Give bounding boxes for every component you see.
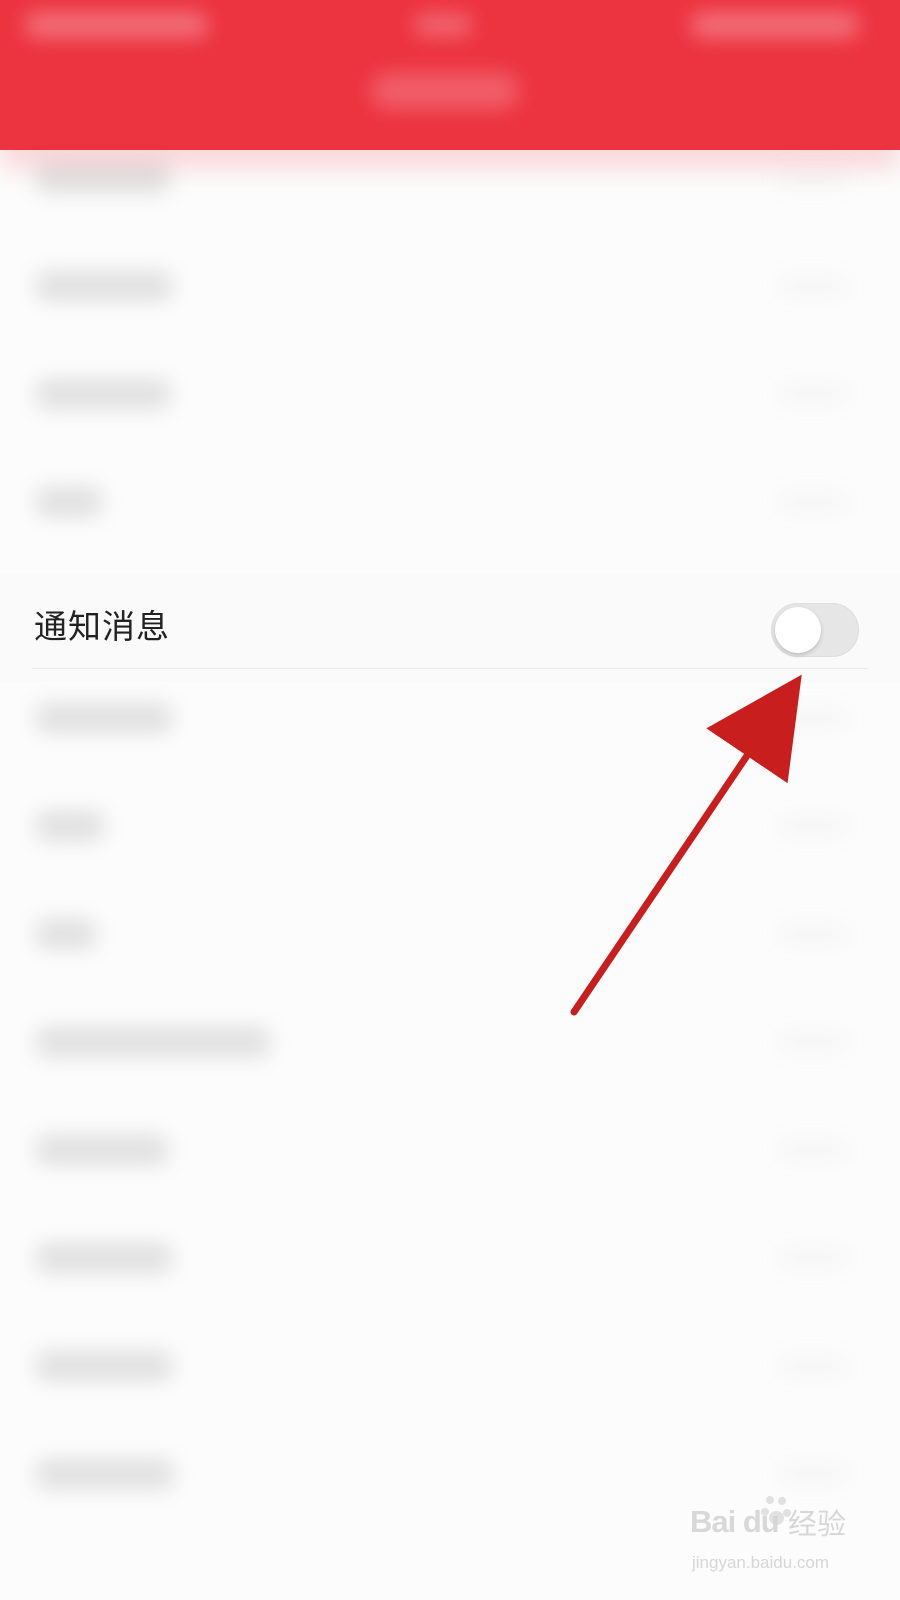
blurred-settings-row[interactable] [0, 128, 900, 236]
blurred-row-label [34, 810, 106, 842]
blurred-settings-row[interactable] [0, 992, 900, 1100]
blurred-status-left [24, 12, 209, 38]
blurred-settings-row[interactable] [0, 1100, 900, 1208]
blurred-row-label [34, 1026, 272, 1058]
blurred-settings-row[interactable] [0, 776, 900, 884]
blurred-row-value [774, 1246, 852, 1270]
blurred-status-center [413, 13, 473, 37]
blurred-row-label [34, 1458, 176, 1490]
blurred-row-value [774, 166, 852, 190]
blurred-row-value [774, 922, 852, 946]
settings-list: 通知消息 [0, 128, 900, 1600]
blurred-row-label [34, 162, 172, 194]
blurred-row-value [774, 1030, 852, 1054]
blurred-row-label [34, 486, 104, 518]
blurred-row-value [774, 274, 852, 298]
settings-screen: 通知消息 Bai du 经验 jingyan.baidu.com [0, 0, 900, 1600]
blurred-row-value [774, 1138, 852, 1162]
blurred-row-label [34, 918, 98, 950]
blurred-row-value [774, 490, 852, 514]
blurred-row-value [774, 1462, 852, 1486]
blurred-row-label [34, 1134, 170, 1166]
blurred-settings-row[interactable] [0, 1316, 900, 1424]
toggle-knob [775, 607, 821, 653]
blurred-row-label [34, 270, 174, 302]
blurred-row-label [34, 378, 172, 410]
notification-message-label: 通知消息 [34, 607, 170, 646]
blurred-settings-row[interactable] [0, 668, 900, 776]
blurred-settings-row[interactable] [0, 236, 900, 344]
blurred-settings-row[interactable] [0, 884, 900, 992]
blurred-row-label [34, 702, 174, 734]
notification-message-toggle[interactable] [771, 603, 859, 657]
blurred-page-title [370, 72, 520, 110]
blurred-row-value [774, 814, 852, 838]
blurred-settings-row[interactable] [0, 344, 900, 452]
blurred-row-value [774, 706, 852, 730]
blurred-status-right [690, 12, 860, 38]
blurred-row-label [34, 1242, 174, 1274]
blurred-row-label [34, 1350, 174, 1382]
blurred-settings-row[interactable] [0, 1208, 900, 1316]
blurred-row-value [774, 1354, 852, 1378]
notification-message-row[interactable]: 通知消息 [0, 574, 900, 682]
blurred-settings-row[interactable] [0, 1424, 900, 1532]
blurred-settings-row[interactable] [0, 452, 900, 560]
blurred-row-value [774, 382, 852, 406]
